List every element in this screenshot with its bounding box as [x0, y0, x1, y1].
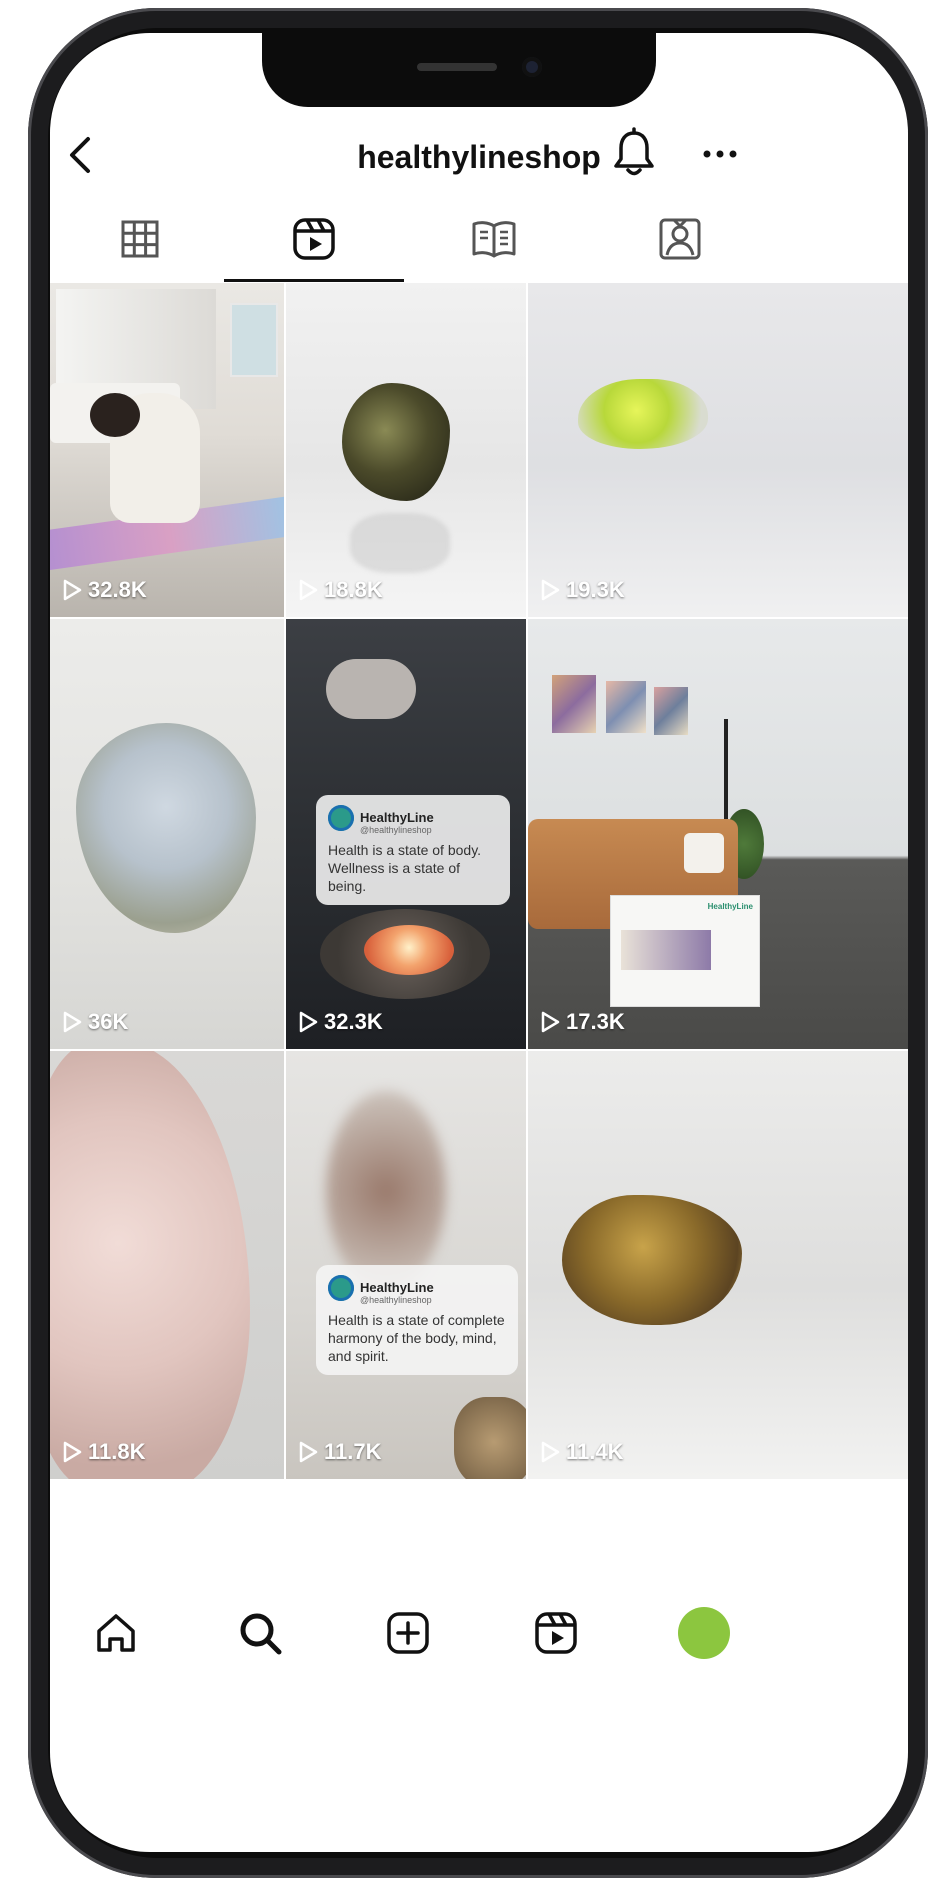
view-count: 36K [62, 1009, 128, 1035]
post-message: Health is a state of body. Wellness is a… [328, 842, 482, 894]
tab-tagged[interactable] [590, 195, 770, 283]
product-box-image [621, 930, 711, 970]
brand-logo-icon [328, 805, 354, 831]
reels-grid: 32.8K 18.8K 19.3K 36K HealthyLine @healt… [50, 283, 908, 1579]
view-count: 11.4K [540, 1439, 624, 1465]
reel-tile[interactable]: HealthyLine 17.3K [528, 619, 908, 1049]
crystal [342, 383, 450, 501]
reel-tile[interactable]: HealthyLine @healthylineshop Health is a… [286, 619, 526, 1049]
product-box: HealthyLine [610, 895, 760, 1007]
bottom-nav [50, 1579, 908, 1689]
incense-bowl [454, 1397, 526, 1479]
reel-tile[interactable]: 32.8K [50, 283, 284, 617]
view-count: 17.3K [540, 1009, 625, 1035]
play-icon [541, 1011, 560, 1033]
brand-logo-icon [328, 1275, 354, 1301]
nav-search[interactable] [230, 1603, 290, 1663]
play-icon [299, 1441, 318, 1463]
product-box-brand: HealthyLine [707, 902, 753, 911]
nav-profile[interactable] [674, 1603, 734, 1663]
active-tab-indicator [224, 279, 404, 282]
view-count: 11.8K [62, 1439, 146, 1465]
post-brand: HealthyLine [360, 810, 434, 826]
tab-guides[interactable] [404, 195, 584, 283]
grid-icon [121, 220, 159, 258]
create-icon [387, 1612, 429, 1654]
crystal [578, 379, 708, 449]
page-title: healthylineshop [357, 139, 601, 175]
candle-flame [364, 925, 454, 975]
painting [606, 681, 646, 733]
geode [76, 723, 256, 933]
screen: healthylineshop 32.8K 18.8K 19.3K 36K He… [50, 33, 908, 1852]
pillow [684, 833, 724, 873]
avatar [678, 1607, 730, 1659]
reflection [350, 513, 450, 573]
view-count: 18.8K [298, 577, 383, 603]
reels-nav-icon [535, 1612, 577, 1654]
reel-tile[interactable]: 11.4K [528, 1051, 908, 1479]
nav-create[interactable] [378, 1603, 438, 1663]
home-icon [97, 1614, 135, 1652]
reel-tile[interactable]: 18.8K [286, 283, 526, 617]
play-icon [299, 579, 318, 601]
person-hair [90, 393, 140, 437]
speaker [417, 63, 497, 71]
reels-icon [293, 218, 335, 260]
view-count: 19.3K [540, 577, 625, 603]
nav-reels[interactable] [526, 1603, 586, 1663]
play-icon [541, 1441, 560, 1463]
tagged-icon [659, 218, 701, 260]
more-icon[interactable] [702, 149, 738, 159]
reel-tile[interactable]: 19.3K [528, 283, 908, 617]
tab-grid[interactable] [50, 195, 230, 283]
notch [262, 33, 656, 107]
post-card: HealthyLine @healthylineshop Health is a… [316, 1265, 518, 1375]
view-count: 32.3K [298, 1009, 383, 1035]
play-icon [63, 579, 82, 601]
bell-icon[interactable] [610, 127, 658, 179]
post-brand: HealthyLine [360, 1280, 434, 1296]
post-message: Health is a state of complete harmony of… [328, 1312, 505, 1364]
play-icon [541, 579, 560, 601]
painting [654, 687, 688, 735]
play-icon [63, 1441, 82, 1463]
wall-art [230, 303, 278, 377]
play-icon [299, 1011, 318, 1033]
front-camera [522, 57, 542, 77]
reel-tile[interactable]: HealthyLine @healthylineshop Health is a… [286, 1051, 526, 1479]
post-card: HealthyLine @healthylineshop Health is a… [316, 795, 510, 905]
profile-tabs [50, 195, 908, 283]
tab-reels[interactable] [224, 195, 404, 283]
guides-icon [472, 221, 516, 258]
crystal [50, 1051, 250, 1479]
person-blur [326, 1091, 446, 1291]
profile-header: healthylineshop [50, 117, 908, 197]
search-icon [240, 1613, 282, 1655]
hand [326, 659, 416, 719]
view-count: 11.7K [298, 1439, 382, 1465]
nav-home[interactable] [86, 1603, 146, 1663]
post-handle: @healthylineshop [360, 825, 432, 835]
painting [552, 675, 596, 733]
reel-tile[interactable]: 11.8K [50, 1051, 284, 1479]
play-icon [63, 1011, 82, 1033]
view-count: 32.8K [62, 577, 147, 603]
crystal [562, 1195, 742, 1325]
reel-tile[interactable]: 36K [50, 619, 284, 1049]
